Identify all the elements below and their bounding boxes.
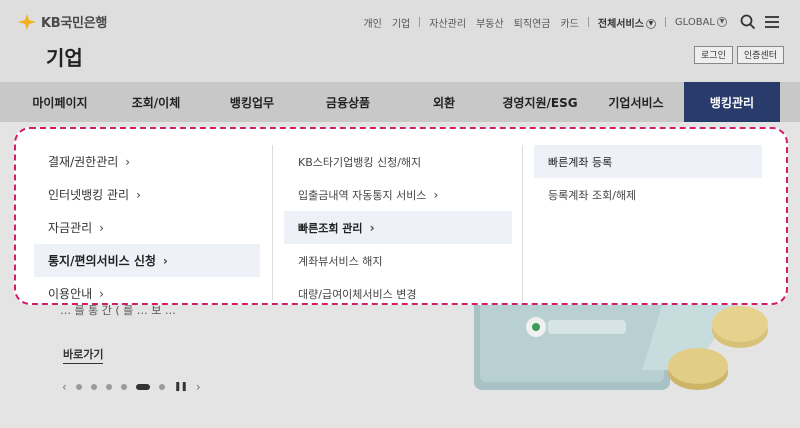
menu-item-approval-auth[interactable]: 결재/권한관리 › [34,145,260,178]
kb-logo[interactable]: KB국민은행 [16,12,107,31]
column-divider [272,145,273,301]
chevron-right-icon: › [162,253,168,268]
menu-item-label: 대량/급여이체서비스 변경 [298,287,417,301]
cert-center-button[interactable]: 인증센터 [736,46,784,64]
next-arrow-icon[interactable]: › [196,380,201,394]
chevron-down-icon: ▼ [717,16,727,27]
menu-icon[interactable] [764,14,780,30]
login-button[interactable]: 로그인 [694,46,733,64]
column-divider [522,145,523,301]
util-link-realestate[interactable]: 부동산 [476,15,504,30]
menu-item-kb-star-banking[interactable]: KB스타기업뱅킹 신청/해지 [284,145,512,178]
prev-arrow-icon[interactable]: ‹ [62,380,67,394]
pager-dot[interactable] [120,384,127,390]
util-link-pension[interactable]: 퇴직연금 [514,15,551,30]
menu-item-label: 통지/편의서비스 신청 [48,254,156,268]
chevron-right-icon: › [99,220,104,235]
utility-nav: 개인 기업 자산관리 부동산 퇴직연금 카드 전체서비스 ▼ GLOBAL ▼ [358,14,780,30]
mega-menu-column-3: 빠른계좌 등록 등록계좌 조회/해제 [534,145,762,211]
chevron-right-icon: › [99,286,104,301]
pager-dot[interactable] [105,384,112,390]
pager-dot[interactable] [75,384,82,390]
banner-pager: ‹ ❚❚ › [62,380,201,394]
banner-more-link[interactable]: 바로가기 [63,346,104,364]
banner-illustration [474,290,768,390]
gnb-item-management-esg[interactable]: 경영지원/ESG [492,82,588,122]
menu-item-label: 빠른계좌 등록 [548,155,613,169]
chevron-right-icon: › [136,187,141,202]
menu-item-label: 이용안내 [48,287,93,301]
gnb-item-banking-work[interactable]: 뱅킹업무 [204,82,300,122]
pager-dot[interactable] [90,384,97,390]
search-icon[interactable] [740,14,756,30]
all-services-button[interactable]: 전체서비스 ▼ [598,15,656,30]
menu-item-bulk-payroll-change[interactable]: 대량/급여이체서비스 변경 [284,277,512,310]
gnb-item-inquiry-transfer[interactable]: 조회/이체 [108,82,204,122]
util-divider [664,17,666,27]
menu-item-internet-banking[interactable]: 인터넷뱅킹 관리 › [34,178,260,211]
chevron-right-icon: › [125,154,131,169]
gnb-item-corporate-services[interactable]: 기업서비스 [588,82,684,122]
menu-item-label: 자금관리 [48,221,93,235]
mega-menu-column-1: 결재/권한관리 › 인터넷뱅킹 관리 › 자금관리 › 통지/편의서비스 신청 › 이용… [34,145,260,310]
chevron-right-icon: › [433,187,439,202]
util-link-card[interactable]: 카드 [560,15,578,30]
chevron-right-icon: › [369,220,375,235]
menu-item-label: 등록계좌 조회/해제 [548,188,637,202]
global-label: GLOBAL [674,16,715,28]
page-title: 기업 [46,46,83,70]
menu-item-label: 입출금내역 자동통지 서비스 [298,188,427,202]
mega-menu-dropdown: 결재/권한관리 › 인터넷뱅킹 관리 › 자금관리 › 통지/편의서비스 신청 › 이용… [14,127,788,305]
global-nav: 마이페이지 조회/이체 뱅킹업무 금융상품 외환 경영지원/ESG 기업서비스 … [0,82,800,122]
menu-item-notification-services[interactable]: 통지/편의서비스 신청 › [34,244,260,277]
menu-item-registered-account-inquiry[interactable]: 등록계좌 조회/해제 [534,178,762,211]
menu-item-usage-guide[interactable]: 이용안내 › [34,277,260,310]
menu-item-label: 결재/권한관리 [48,155,119,169]
global-button[interactable]: GLOBAL ▼ [674,16,727,28]
mega-menu-column-2: KB스타기업뱅킹 신청/해지 입출금내역 자동통지 서비스 › 빠른조회 관리 › … [284,145,512,310]
util-divider [419,17,421,27]
kb-star-icon [18,13,36,30]
menu-item-transaction-alert[interactable]: 입출금내역 자동통지 서비스 › [284,178,512,211]
pause-icon[interactable]: ❚❚ [174,382,188,392]
menu-item-fund-management[interactable]: 자금관리 › [34,211,260,244]
menu-item-quick-account-register[interactable]: 빠른계좌 등록 [534,145,762,178]
login-group: 로그인 인증센터 [694,46,784,64]
menu-item-label: 인터넷뱅킹 관리 [48,188,130,202]
util-link-personal[interactable]: 개인 [363,15,381,30]
chevron-down-icon: ▼ [645,18,656,29]
util-link-corporate[interactable]: 기업 [392,15,410,30]
menu-item-label: KB스타기업뱅킹 신청/해지 [298,155,422,169]
menu-item-label: 빠른조회 관리 [298,221,363,235]
menu-item-quick-inquiry[interactable]: 빠른조회 관리 › [284,211,512,244]
pager-dot[interactable] [158,384,165,390]
logo-text: KB국민은행 [41,16,108,31]
gnb-item-financial-products[interactable]: 금융상품 [300,82,396,122]
header: KB국민은행 기업 개인 기업 자산관리 부동산 퇴직연금 카드 전체서비스 ▼ … [0,0,800,82]
gnb-item-banking-management[interactable]: 뱅킹관리 [684,82,780,122]
util-divider [587,17,589,27]
menu-item-label: 계좌뷰서비스 해지 [298,254,383,268]
gnb-item-mypage[interactable]: 마이페이지 [12,82,108,122]
pager-dot-active[interactable] [135,384,150,390]
gnb-item-forex[interactable]: 외환 [396,82,492,122]
util-link-wealth[interactable]: 자산관리 [429,15,466,30]
menu-item-account-view-cancel[interactable]: 계좌뷰서비스 해지 [284,244,512,277]
all-services-label: 전체서비스 [597,18,644,30]
